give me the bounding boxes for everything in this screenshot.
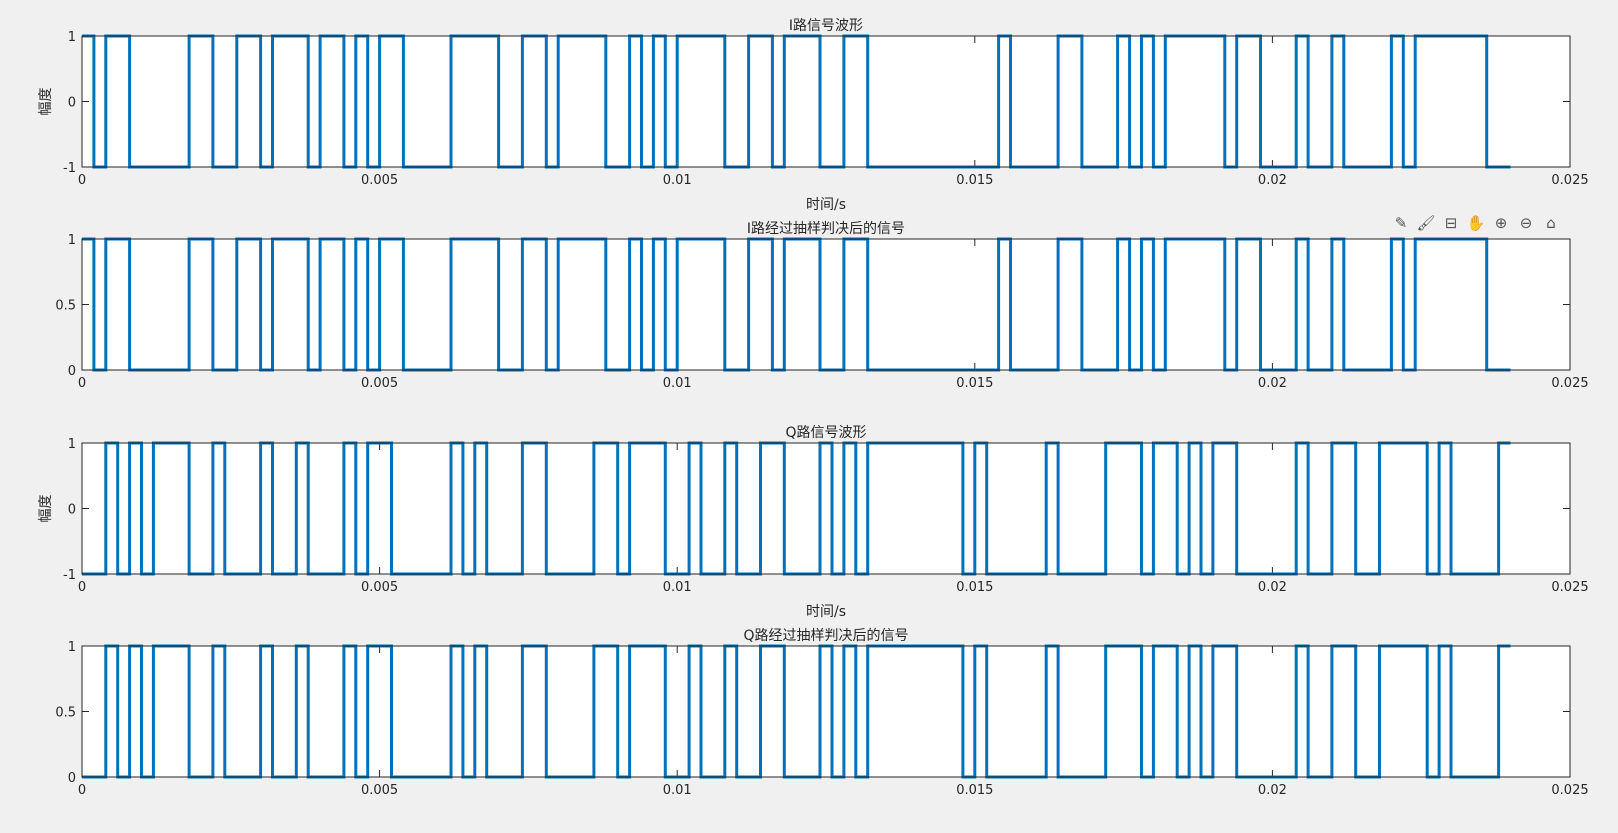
brush-icon[interactable]: 🖌 xyxy=(1415,212,1437,234)
subplot-1: 0 0.005 0.01 0.015 0.02 0.025-101I路信号波形时间/s幅度 xyxy=(38,18,1589,213)
x-tick-label: 0 xyxy=(78,783,86,798)
y-tick-label: -1 xyxy=(63,568,76,583)
x-tick-label: 0.015 xyxy=(956,376,993,391)
y-axis-label: 幅度 xyxy=(38,495,54,523)
x-tick-label: 0.01 xyxy=(663,580,692,595)
x-tick-label: 0.01 xyxy=(663,173,692,188)
x-tick-label: 0.02 xyxy=(1258,376,1287,391)
x-axis-label: 时间/s xyxy=(806,604,846,620)
y-tick-label: 0 xyxy=(68,96,76,111)
x-axis-label: 时间/s xyxy=(806,197,846,213)
x-tick-label: 0 xyxy=(78,376,86,391)
y-tick-label: 1 xyxy=(68,30,76,45)
x-tick-label: 0.025 xyxy=(1551,783,1588,798)
subplot-title: I路信号波形 xyxy=(789,18,863,34)
x-tick-label: 0 xyxy=(78,173,86,188)
pan-hand-icon[interactable]: ✋ xyxy=(1465,212,1487,234)
y-tick-label: 1 xyxy=(68,233,76,248)
x-tick-label: 0.015 xyxy=(956,580,993,595)
subplot-4: 0 0.005 0.01 0.015 0.02 0.025 0 0.5 1 Q路经过抽样判决后的信… xyxy=(55,628,1588,798)
x-tick-label: 0.005 xyxy=(361,173,398,188)
zoom-in-icon[interactable]: ⊕ xyxy=(1490,212,1512,234)
x-tick-label: 0.01 xyxy=(663,376,692,391)
subplot-title: Q路信号波形 xyxy=(785,425,866,441)
y-tick-label: -1 xyxy=(63,161,76,176)
x-tick-label: 0.02 xyxy=(1258,173,1287,188)
datatip-icon[interactable]: ⊟ xyxy=(1440,212,1462,234)
x-tick-label: 0 xyxy=(78,580,86,595)
x-tick-label: 0.005 xyxy=(361,783,398,798)
axes-background xyxy=(82,646,1570,777)
subplot-3: 0 0.005 0.01 0.015 0.02 0.025-101Q路信号波形时间/s幅度 xyxy=(38,425,1589,620)
x-tick-label: 0.015 xyxy=(956,783,993,798)
x-tick-label: 0.02 xyxy=(1258,580,1287,595)
y-tick-label: 0 xyxy=(68,771,76,786)
axes-background xyxy=(82,443,1570,574)
x-tick-label: 0.025 xyxy=(1551,580,1588,595)
y-tick-label: 0 xyxy=(68,503,76,518)
edit-icon[interactable]: ✎ xyxy=(1390,212,1412,234)
x-tick-label: 0.025 xyxy=(1551,376,1588,391)
subplot-title: Q路经过抽样判决后的信号 xyxy=(743,628,908,644)
subplot-title: I路经过抽样判决后的信号 xyxy=(747,221,905,237)
y-tick-label: 1 xyxy=(68,640,76,655)
x-tick-label: 0.015 xyxy=(956,173,993,188)
figure-canvas: 0 0.005 0.01 0.015 0.02 0.025-101I路信号波形时间/s幅度… xyxy=(38,18,1589,798)
x-tick-label: 0.02 xyxy=(1258,783,1287,798)
y-tick-label: 0.5 xyxy=(55,299,76,314)
x-tick-label: 0.005 xyxy=(361,376,398,391)
x-tick-label: 0.01 xyxy=(663,783,692,798)
axes-background xyxy=(82,239,1570,370)
zoom-out-icon[interactable]: ⊖ xyxy=(1515,212,1537,234)
y-axis-label: 幅度 xyxy=(38,88,54,116)
x-tick-label: 0.005 xyxy=(361,580,398,595)
y-tick-label: 0.5 xyxy=(55,706,76,721)
axes-background xyxy=(82,36,1570,167)
y-tick-label: 1 xyxy=(68,437,76,452)
subplot-2: 0 0.005 0.01 0.015 0.02 0.025 0 0.5 1 I路经过抽样判决后的信… xyxy=(55,221,1588,391)
home-icon[interactable]: ⌂ xyxy=(1540,212,1562,234)
y-tick-label: 0 xyxy=(68,364,76,379)
x-tick-label: 0.025 xyxy=(1551,173,1588,188)
axes-toolbar: ✎ 🖌 ⊟ ✋ ⊕ ⊖ ⌂ xyxy=(1390,212,1562,234)
